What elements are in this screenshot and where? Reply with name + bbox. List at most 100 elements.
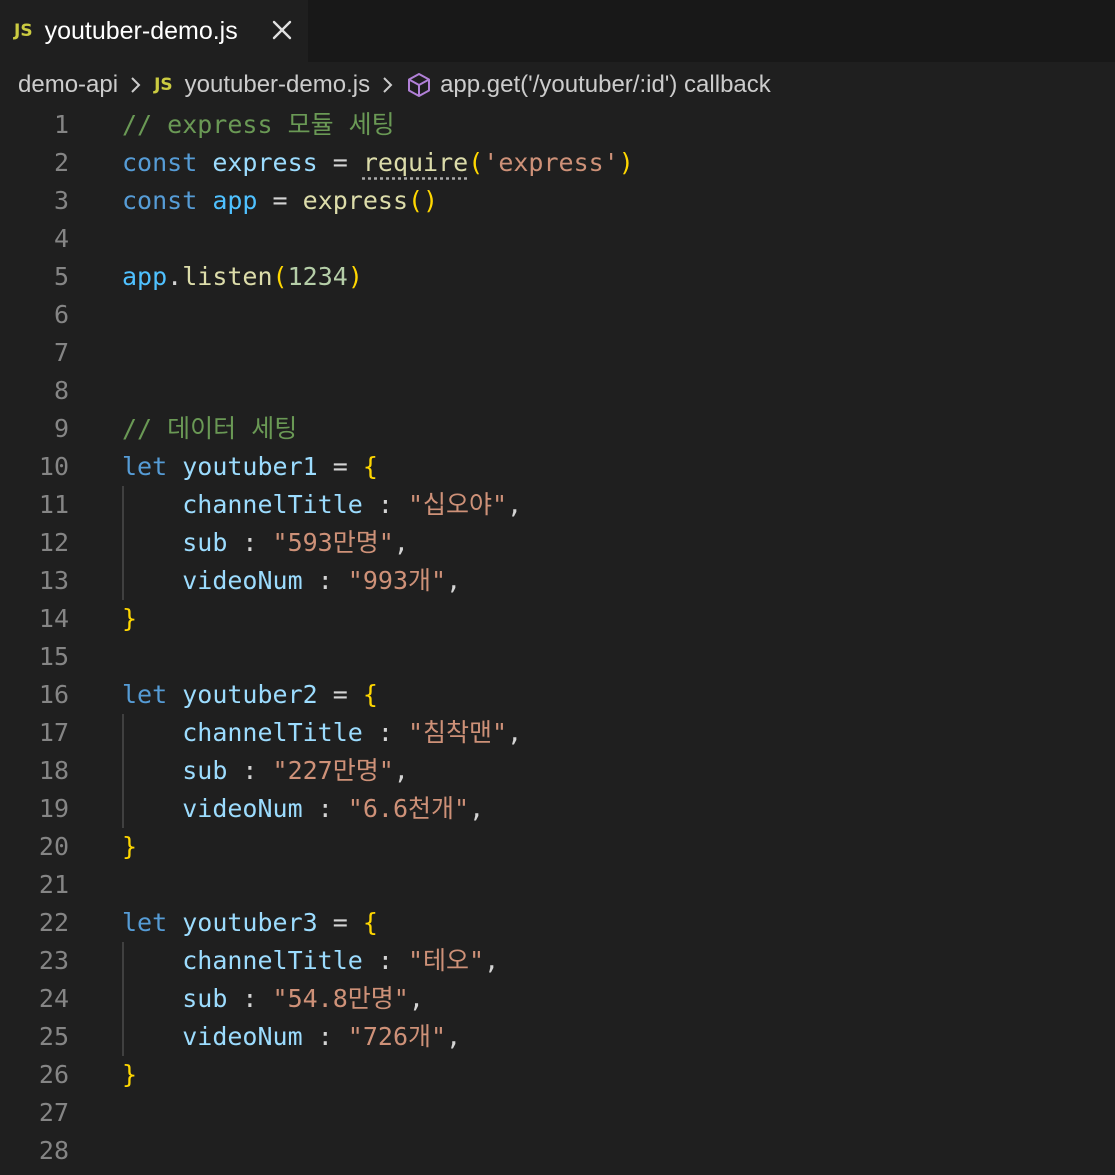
code-text: sub : "593만명",: [122, 524, 409, 562]
javascript-file-icon: JS: [154, 75, 173, 95]
code-token: ,: [507, 490, 523, 519]
code-text: let youtuber3 = {: [122, 904, 378, 942]
breadcrumb: demo-api JS youtuber-demo.js app.get('/y…: [18, 66, 771, 104]
code-text: }: [122, 600, 137, 638]
line-number: 27: [38, 1098, 69, 1127]
code-token: (: [468, 148, 484, 177]
code-line[interactable]: 23 channelTitle : "테오",: [0, 942, 1115, 980]
code-editor[interactable]: 1 // express 모듈 세팅 2 const express = requir…: [0, 106, 1115, 1170]
code-line[interactable]: 27: [0, 1094, 1115, 1132]
line-number: 2: [53, 148, 69, 177]
code-token: :: [302, 566, 348, 595]
code-text: }: [122, 1056, 137, 1094]
code-token: 1234: [287, 262, 348, 291]
line-number: 11: [38, 490, 69, 519]
code-line[interactable]: 19 videoNum : "6.6천개",: [0, 790, 1115, 828]
code-line[interactable]: 11 channelTitle : "십오야",: [0, 486, 1115, 524]
line-number: 21: [38, 870, 69, 899]
code-line[interactable]: 2 const express = require('express'): [0, 144, 1115, 182]
code-line[interactable]: 12 sub : "593만명",: [0, 524, 1115, 562]
code-line[interactable]: 20}: [0, 828, 1115, 866]
code-token: let: [122, 680, 168, 709]
line-number: 17: [38, 718, 69, 747]
code-line[interactable]: 1 // express 모듈 세팅: [0, 106, 1115, 144]
code-token: (): [408, 186, 439, 215]
code-line[interactable]: 26}: [0, 1056, 1115, 1094]
code-line[interactable]: 6: [0, 296, 1115, 334]
code-line[interactable]: 9 // 데이터 세팅: [0, 410, 1115, 448]
code-token: 'express': [483, 148, 619, 177]
code-token: channelTitle: [182, 490, 363, 519]
close-icon[interactable]: [268, 16, 296, 44]
method-cube-icon: [408, 73, 431, 97]
code-token: ,: [408, 984, 424, 1013]
code-token: let: [122, 908, 168, 937]
code-line[interactable]: 10 let youtuber1 = {: [0, 448, 1115, 486]
code-token: sub: [182, 756, 228, 785]
code-line[interactable]: 5 app.listen(1234): [0, 258, 1115, 296]
code-token: :: [362, 946, 408, 975]
line-number: 14: [38, 604, 69, 633]
code-token: channelTitle: [182, 718, 363, 747]
code-token: ,: [393, 528, 409, 557]
code-token: express: [212, 148, 318, 177]
code-token: }: [122, 604, 138, 633]
line-number: 13: [38, 566, 69, 595]
code-line[interactable]: 14}: [0, 600, 1115, 638]
breadcrumb-file[interactable]: youtuber-demo.js: [185, 71, 370, 99]
code-token: =: [317, 148, 363, 177]
breadcrumb-symbol[interactable]: app.get('/youtuber/:id') callback: [440, 71, 771, 99]
line-number: 3: [53, 186, 69, 215]
line-number: 26: [38, 1060, 69, 1089]
breadcrumb-folder[interactable]: demo-api: [18, 71, 118, 99]
code-line[interactable]: 15: [0, 638, 1115, 676]
code-token: const: [122, 148, 198, 177]
code-token: "십오야": [408, 490, 508, 519]
code-line[interactable]: 3 const app = express(): [0, 182, 1115, 220]
code-token: :: [362, 490, 408, 519]
code-line[interactable]: 18 sub : "227만명",: [0, 752, 1115, 790]
code-token: {: [362, 452, 378, 481]
code-line[interactable]: 16 let youtuber2 = {: [0, 676, 1115, 714]
code-token: ,: [446, 566, 462, 595]
code-token: youtuber3: [182, 908, 318, 937]
code-text: channelTitle : "십오야",: [122, 486, 522, 524]
code-line[interactable]: 22 let youtuber3 = {: [0, 904, 1115, 942]
code-line[interactable]: 13 videoNum : "993개",: [0, 562, 1115, 600]
code-line[interactable]: 21: [0, 866, 1115, 904]
code-line[interactable]: 25 videoNum : "726개",: [0, 1018, 1115, 1056]
line-number: 20: [38, 832, 69, 861]
tab-bar: JS youtuber-demo.js: [0, 0, 1115, 62]
line-number: 10: [38, 452, 69, 481]
code-token: videoNum: [182, 566, 303, 595]
code-text: const app = express(): [122, 182, 438, 220]
code-line[interactable]: 28: [0, 1132, 1115, 1170]
code-line[interactable]: 8: [0, 372, 1115, 410]
code-text: videoNum : "6.6천개",: [122, 790, 484, 828]
code-token: :: [227, 528, 273, 557]
line-number: 8: [53, 376, 69, 405]
line-number: 5: [53, 262, 69, 291]
code-line[interactable]: 7: [0, 334, 1115, 372]
code-token: const: [122, 186, 198, 215]
code-token: "6.6천개": [347, 794, 470, 823]
code-line[interactable]: 17 channelTitle : "침착맨",: [0, 714, 1115, 752]
code-token: ): [618, 148, 634, 177]
editor-tab-youtuber-demo[interactable]: JS youtuber-demo.js: [0, 0, 308, 62]
code-token: express: [302, 186, 408, 215]
code-token: =: [257, 186, 303, 215]
code-token: =: [317, 908, 363, 937]
code-line[interactable]: 4: [0, 220, 1115, 258]
code-token: // 데이터 세팅: [122, 414, 298, 443]
line-number: 19: [38, 794, 69, 823]
code-token: sub: [182, 528, 228, 557]
code-line[interactable]: 24 sub : "54.8만명",: [0, 980, 1115, 1018]
code-token: "227만명": [272, 756, 394, 785]
